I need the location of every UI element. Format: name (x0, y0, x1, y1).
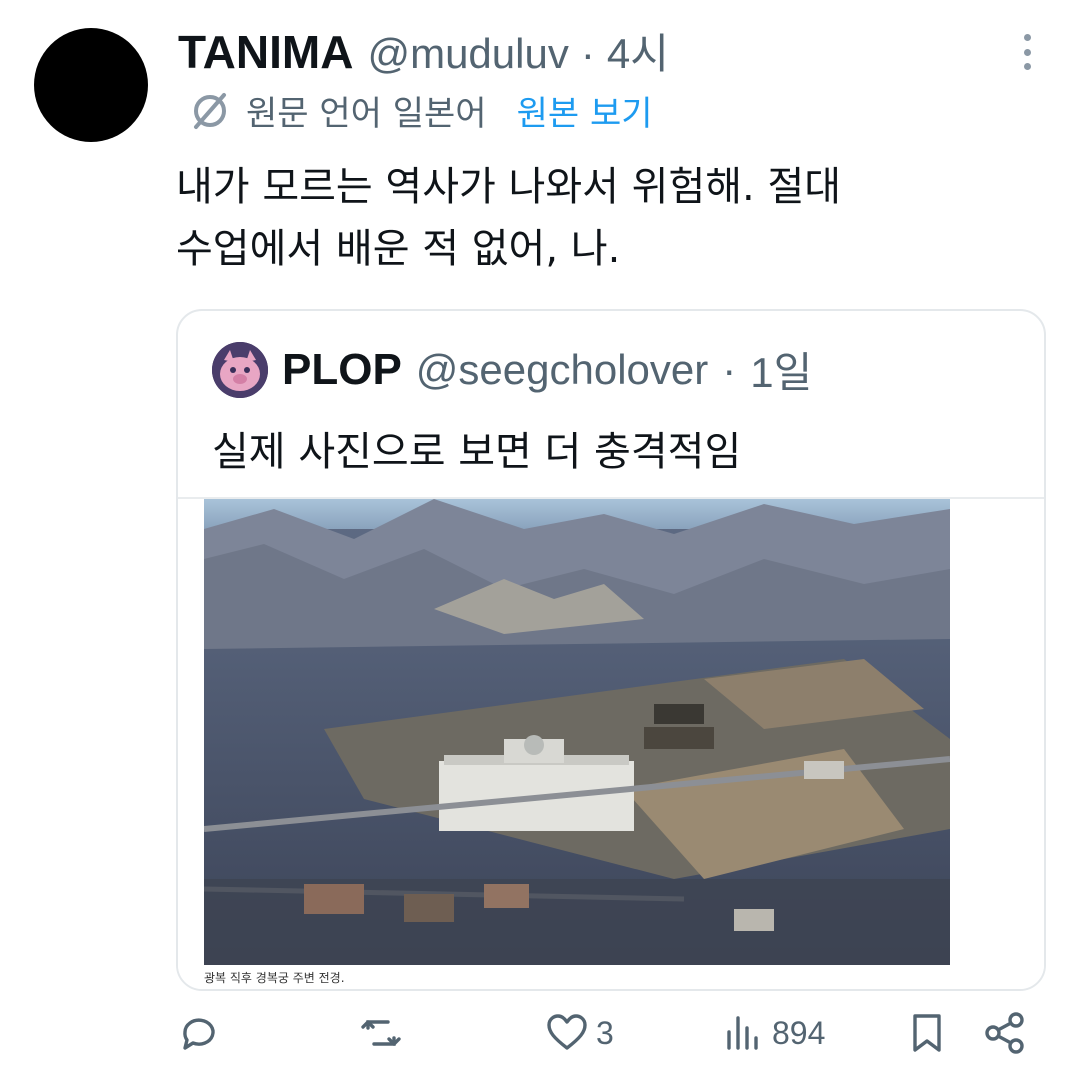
heart-icon (547, 1014, 587, 1050)
translate-icon (194, 92, 226, 129)
bookmark-button[interactable] (904, 1010, 950, 1056)
share-icon (985, 1012, 1024, 1054)
photo-caption: 광복 직후 경복궁 주변 전경. (204, 971, 345, 985)
views-count: 894 (772, 1014, 826, 1051)
quoted-tweet-timestamp: 1일 (750, 349, 813, 396)
author-avatar[interactable] (34, 28, 148, 142)
author-display-name[interactable]: TANIMA (178, 25, 353, 79)
like-button[interactable]: 3 (544, 1010, 614, 1056)
quoted-tweet-card[interactable]: PLOP @seegcholover · 1일 실제 사진으로 보면 더 충격적… (176, 309, 1046, 991)
quoted-author-display-name: PLOP (282, 344, 402, 394)
author-handle[interactable]: @muduluv (367, 30, 568, 78)
tweet-timestamp[interactable]: 4시 (607, 20, 669, 81)
share-button[interactable] (982, 1010, 1028, 1056)
original-language-label: 원문 언어 일본어 (246, 94, 487, 134)
tweet-text: 내가 모르는 역사가 나와서 위험해. 절대 수업에서 배운 적 없어, 나. (176, 164, 842, 272)
more-options-icon[interactable] (1022, 34, 1032, 70)
quoted-separator-dot: · (722, 345, 737, 393)
quoted-author-handle: @seegcholover (415, 345, 709, 393)
quoted-media[interactable]: 광복 직후 경복궁 주변 전경. (178, 499, 1044, 989)
separator-dot: · (580, 30, 595, 77)
retweet-icon (361, 1020, 401, 1046)
retweet-button[interactable] (358, 1010, 410, 1056)
show-original-link[interactable]: 원본 보기 (517, 86, 653, 135)
like-count: 3 (596, 1014, 614, 1051)
action-bar: 3 894 (0, 1010, 1080, 1070)
pig-avatar-icon (212, 341, 268, 398)
tweet-header: TANIMA @muduluv · 4시 (178, 20, 669, 81)
quoted-author-avatar (212, 341, 268, 398)
quoted-tweet-text: 실제 사진으로 보면 더 충격적임 (212, 429, 742, 475)
reply-icon (183, 1018, 215, 1050)
views-button[interactable]: 894 (720, 1010, 825, 1056)
translation-row: 원문 언어 일본어 원본 보기 (186, 86, 653, 135)
quoted-tweet-header: PLOP @seegcholover · 1일 (212, 339, 812, 400)
views-icon (727, 1016, 758, 1050)
bookmark-icon (913, 1014, 941, 1052)
aerial-photo (204, 499, 950, 965)
reply-button[interactable] (176, 1010, 228, 1056)
